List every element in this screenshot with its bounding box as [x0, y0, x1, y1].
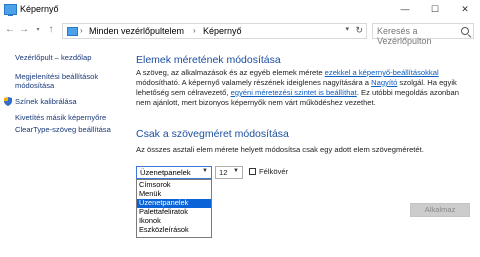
bold-label: Félkövér: [259, 167, 289, 176]
recent-pages-chevron-icon[interactable]: ▾: [32, 24, 44, 36]
apply-button[interactable]: Alkalmaz: [410, 203, 470, 217]
custom-scaling-link[interactable]: egyéni méretezési szintet is beállíthat: [231, 88, 357, 97]
breadcrumb-all-items[interactable]: Minden vezérlőpultelem: [89, 26, 184, 36]
sidebar-display-settings-link[interactable]: Megjelenítési beállítások módosítása: [15, 72, 120, 90]
section-heading-text-size: Csak a szövegméret módosítása: [136, 128, 289, 140]
bold-checkbox[interactable]: [249, 168, 256, 175]
breadcrumb[interactable]: › Minden vezérlőpultelem › Képernyő ▾ ↻: [62, 23, 367, 39]
element-select[interactable]: Üzenetpanelek ▼: [136, 166, 212, 179]
address-bar: ← → ▾ ↑ › Minden vezérlőpultelem › Képer…: [0, 20, 480, 46]
display-settings-link[interactable]: ezekkel a képernyő-beállításokkal: [325, 68, 439, 77]
chevron-down-icon: ▼: [233, 168, 239, 174]
section-heading-size: Elemek méretének módosítása: [136, 54, 281, 66]
forward-arrow-icon[interactable]: →: [18, 24, 30, 36]
breadcrumb-separator: ›: [80, 26, 83, 35]
magnifier-link[interactable]: Nagyító: [371, 78, 397, 87]
search-box[interactable]: Keresés a Vezérlőpulton: [372, 23, 474, 46]
breadcrumb-separator: ›: [193, 26, 196, 35]
minimize-button[interactable]: —: [390, 0, 420, 20]
search-placeholder: Keresés a Vezérlőpulton: [377, 26, 432, 46]
search-icon[interactable]: [461, 27, 469, 35]
control-panel-icon: [67, 27, 78, 36]
sidebar-cleartype-link[interactable]: ClearType-szöveg beállítása: [15, 125, 111, 134]
display-app-icon: [4, 4, 17, 16]
refresh-icon[interactable]: ↻: [355, 25, 363, 36]
element-options-list[interactable]: Címsorok Menük Üzenetpanelek Palettafeli…: [136, 179, 212, 238]
shield-icon: [4, 97, 12, 106]
sidebar-calibrate-color-link[interactable]: Színek kalibrálása: [15, 97, 77, 106]
size-description: A szöveg, az alkalmazások és az egyéb el…: [136, 68, 459, 107]
back-arrow-icon[interactable]: ←: [4, 24, 16, 36]
breadcrumb-current[interactable]: Képernyő: [203, 26, 242, 36]
window-title: Képernyő: [20, 4, 59, 14]
font-size-select[interactable]: 12 ▼: [215, 166, 243, 179]
font-size-value: 12: [219, 168, 228, 177]
sidebar-project-link[interactable]: Kivetítés másik képernyőre: [15, 113, 106, 122]
title-bar: Képernyő — ☐ ✕: [0, 0, 480, 21]
close-button[interactable]: ✕: [450, 0, 480, 20]
option-tooltips[interactable]: Eszközleírások: [137, 225, 211, 235]
up-arrow-icon[interactable]: ↑: [45, 24, 57, 36]
maximize-button[interactable]: ☐: [420, 0, 450, 20]
address-dropdown-icon[interactable]: ▾: [345, 25, 349, 33]
element-select-value: Üzenetpanelek: [140, 168, 191, 177]
sidebar-home-link[interactable]: Vezérlőpult – kezdőlap: [15, 53, 91, 62]
chevron-down-icon: ▼: [202, 168, 208, 174]
text-size-description: Az összes asztali elem mérete helyett mó…: [136, 145, 424, 154]
